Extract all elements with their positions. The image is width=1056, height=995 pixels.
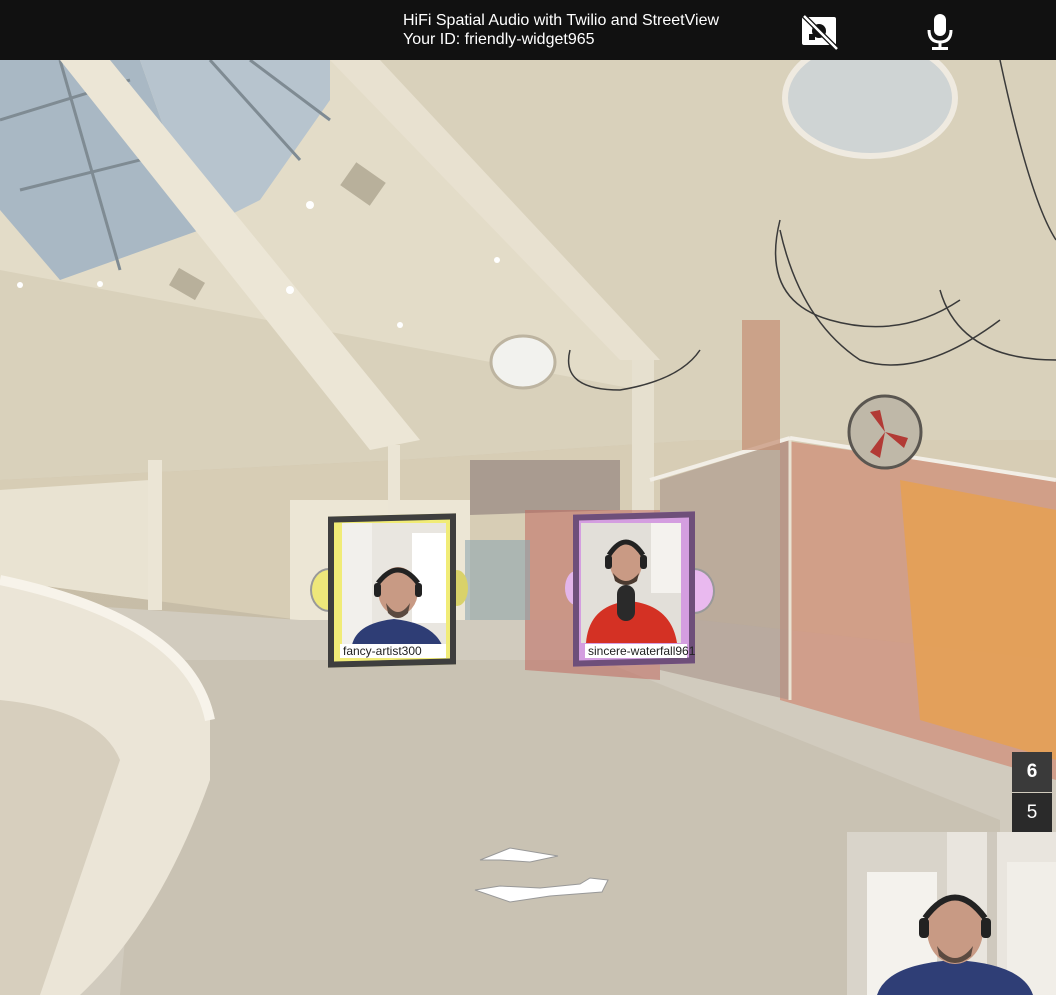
microphone-icon[interactable] [920,12,960,52]
participant-name: sincere-waterfall961 [585,644,695,658]
participant-name: fancy-artist300 [340,644,446,658]
user-id: Your ID: friendly-widget965 [403,31,595,48]
floor-5-button[interactable]: 5 [1012,793,1052,833]
floor-6-button[interactable]: 6 [1012,752,1052,792]
participant-video [581,523,681,643]
participant-avatar[interactable]: fancy-artist300 [310,513,470,670]
self-video-preview [847,832,1056,995]
self-video [847,832,1056,995]
header-text: HiFi Spatial Audio with Twilio and Stree… [403,11,719,49]
app-title: HiFi Spatial Audio with Twilio and Stree… [403,12,720,29]
app-header: HiFi Spatial Audio with Twilio and Stree… [0,0,1056,60]
camera-off-icon[interactable] [800,12,840,52]
participant-video [342,523,446,645]
participant-avatar[interactable]: sincere-waterfall961 [565,511,715,673]
